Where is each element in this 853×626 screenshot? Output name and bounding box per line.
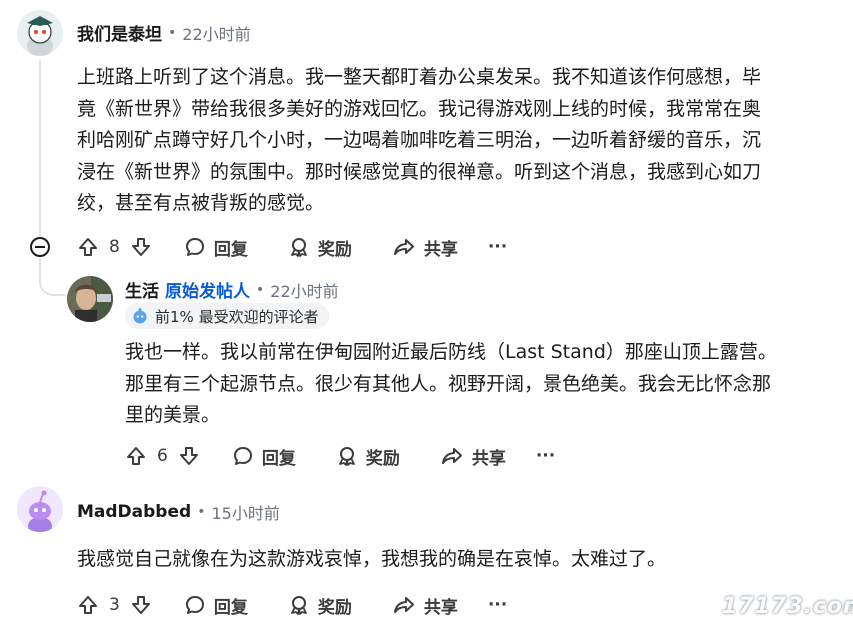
comment-bubble-icon — [184, 594, 206, 616]
comment-body: 我感觉自己就像在为这款游戏哀悼，我想我的确是在哀悼。太难过了。 — [77, 544, 847, 576]
comment-line: 绞，甚至有点被背叛的感觉。 — [77, 192, 325, 214]
comment-line: 竟《新世界》带给我很多美好的游戏回忆。我记得游戏刚上线的时候，我常常在奥 — [77, 97, 762, 120]
reply-label: 回复 — [213, 597, 248, 618]
award-icon — [336, 445, 358, 467]
snoo-avatar-icon — [17, 10, 63, 56]
vote-group: 8 — [77, 236, 152, 258]
award-label: 奖励 — [317, 597, 352, 618]
share-icon — [392, 594, 416, 616]
award-icon — [288, 236, 310, 258]
reply-label: 回复 — [261, 448, 296, 469]
comment-bubble-icon — [184, 236, 206, 258]
collapse-thread-button[interactable] — [30, 237, 50, 257]
reply-button[interactable]: 回复 — [232, 444, 296, 469]
comment-line: 我也一样。我以前常在伊甸园附近最后防线（Last Stand）那座山顶上露营。 — [125, 341, 777, 363]
action-bar: 3 回复 奖励 共享 ··· — [77, 590, 507, 620]
share-button[interactable]: 共享 — [440, 444, 506, 469]
vote-group: 3 — [77, 594, 152, 616]
separator-dot: • — [197, 504, 206, 520]
more-options-button[interactable]: ··· — [536, 446, 555, 466]
more-options-button[interactable]: ··· — [488, 595, 507, 615]
award-label: 奖励 — [365, 448, 400, 469]
comment-line: 上班路上听到了这个消息。我一整天都盯着办公桌发呆。我不知道该作何感想，毕 — [77, 66, 762, 88]
avatar[interactable] — [17, 486, 63, 532]
reply-button[interactable]: 回复 — [184, 235, 248, 260]
site-watermark: 17173.com — [722, 594, 853, 619]
default-snoo-icon — [17, 486, 63, 532]
flair-text: 前1% 最受欢迎的评论者 — [155, 307, 319, 326]
comment-body: 上班路上听到了这个消息。我一整天都盯着办公桌发呆。我不知道该作何感想，毕 竟《新… — [77, 62, 847, 220]
share-label: 共享 — [423, 597, 458, 618]
comment-line: 浸在《新世界》的氛围中。那时候感觉真的很禅意。听到这个消息，我感到心如刀 — [77, 160, 762, 183]
ellipsis-icon: ··· — [487, 595, 508, 615]
share-label: 共享 — [423, 239, 458, 260]
separator-dot: • — [256, 281, 265, 298]
award-label: 奖励 — [317, 239, 352, 260]
share-icon — [392, 236, 416, 258]
more-options-button[interactable]: ··· — [488, 237, 507, 257]
op-tag: 原始发帖人 — [165, 282, 250, 302]
comment-line: 里的美景。 — [125, 404, 221, 426]
upvote-icon[interactable] — [77, 594, 99, 616]
upvote-icon[interactable] — [125, 445, 147, 467]
profile-photo-icon — [67, 276, 113, 322]
downvote-icon[interactable] — [130, 594, 152, 616]
comment-body: 我也一样。我以前常在伊甸园附近最后防线（Last Stand）那座山顶上露营。 … — [125, 337, 845, 432]
downvote-icon[interactable] — [130, 236, 152, 258]
action-bar: 8 回复 奖励 共享 ··· — [77, 232, 507, 262]
vote-count: 6 — [157, 446, 168, 466]
reply-label: 回复 — [213, 239, 248, 260]
timestamp[interactable]: 22小时前 — [270, 278, 338, 302]
avatar[interactable] — [67, 276, 113, 322]
award-button[interactable]: 奖励 — [288, 235, 352, 260]
thread-line — [39, 60, 41, 236]
separator-dot: • — [168, 24, 177, 41]
award-button[interactable]: 奖励 — [288, 593, 352, 618]
username[interactable]: 生活 — [125, 277, 159, 302]
award-icon — [288, 594, 310, 616]
timestamp[interactable]: 15小时前 — [211, 500, 279, 524]
share-button[interactable]: 共享 — [392, 235, 458, 260]
vote-group: 6 — [125, 445, 200, 467]
comment-bubble-icon — [232, 445, 254, 467]
downvote-icon[interactable] — [178, 445, 200, 467]
share-icon — [440, 445, 464, 467]
snoo-badge-icon — [131, 307, 149, 325]
reply-button[interactable]: 回复 — [184, 593, 248, 618]
username[interactable]: 我们是泰坦 — [77, 20, 162, 45]
minus-icon — [35, 246, 45, 248]
upvote-icon[interactable] — [77, 236, 99, 258]
timestamp[interactable]: 22小时前 — [182, 21, 250, 45]
vote-count: 3 — [109, 595, 120, 615]
avatar[interactable] — [17, 10, 63, 56]
ellipsis-icon: ··· — [535, 446, 556, 466]
vote-count: 8 — [109, 237, 120, 257]
action-bar: 6 回复 奖励 共享 ··· — [125, 441, 555, 471]
user-flair-badge: 前1% 最受欢迎的评论者 — [125, 303, 329, 329]
comment-line: 那里有三个起源节点。很少有其他人。视野开阔，景色绝美。我会无比怀念那 — [125, 372, 772, 395]
share-label: 共享 — [471, 448, 506, 469]
username[interactable]: MadDabbed — [77, 502, 191, 522]
comment-line: 利哈刚矿点蹲守好几个小时，一边喝着咖啡吃着三明治，一边听着舒缓的音乐，沉 — [77, 129, 762, 151]
ellipsis-icon: ··· — [487, 237, 508, 257]
thread-connector — [39, 258, 65, 296]
comment-line: 我感觉自己就像在为这款游戏哀悼，我想我的确是在哀悼。太难过了。 — [77, 548, 667, 570]
award-button[interactable]: 奖励 — [336, 444, 400, 469]
share-button[interactable]: 共享 — [392, 593, 458, 618]
